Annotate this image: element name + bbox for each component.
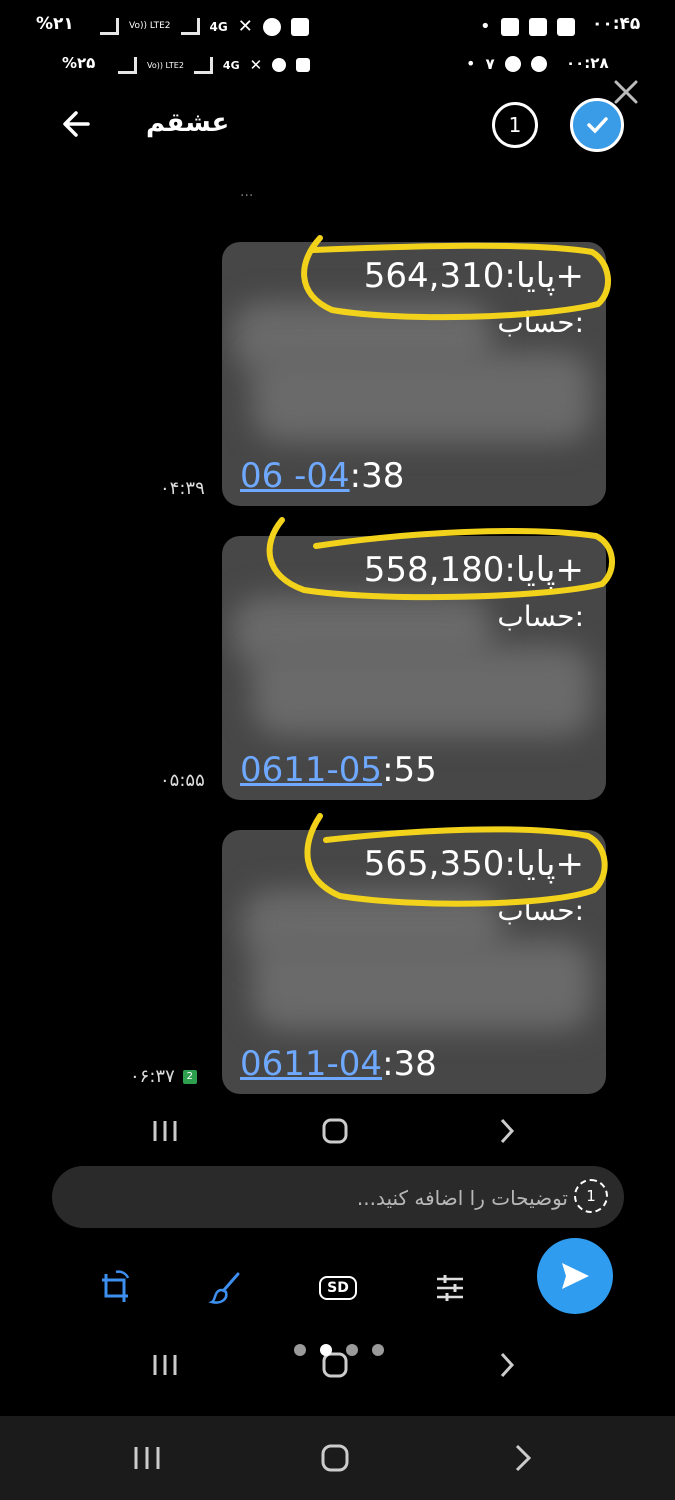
signal-icon (180, 18, 200, 35)
stamp-rest: :38 (382, 1044, 437, 1084)
back-chevron-icon[interactable] (482, 1106, 532, 1156)
highlight-circle (266, 517, 616, 601)
signal-icon (118, 56, 137, 74)
adjust-sliders-icon[interactable] (424, 1262, 476, 1314)
notification-icon (296, 58, 311, 72)
page-dot[interactable] (372, 1344, 384, 1356)
back-chevron-icon[interactable] (498, 1433, 548, 1483)
system-nav-bar (0, 1416, 675, 1500)
whatsapp-icon (530, 55, 547, 72)
stamp-link[interactable]: 06 -04 (240, 456, 350, 496)
page-indicator (294, 1344, 384, 1356)
home-icon[interactable] (310, 1433, 360, 1483)
quality-sd-icon[interactable]: SD (312, 1262, 364, 1314)
crop-rotate-icon[interactable] (90, 1262, 142, 1314)
stamp-rest: :55 (382, 750, 437, 790)
status-extra: ۷ (485, 54, 495, 73)
stamp-rest: :38 (349, 456, 405, 496)
battery-level: %۲۱ (36, 14, 74, 34)
back-arrow-icon[interactable] (58, 104, 98, 144)
volte-label: Vo)) LTE2 (147, 60, 184, 70)
status-bar: %۲۱ Vo)) LTE2 4G ✕ • ۰۰:۴۵ (0, 8, 675, 44)
inner-status-time: ۰۰:۲۸ (566, 54, 609, 72)
home-icon[interactable] (310, 1106, 360, 1156)
signal-icon (193, 56, 213, 74)
mute-icon: ✕ (249, 56, 263, 74)
signal-icon (100, 18, 119, 35)
message-time: ۰۵:۵۵ (160, 770, 205, 791)
caption-input[interactable] (76, 1166, 570, 1230)
send-button[interactable] (537, 1238, 613, 1314)
volte-label: Vo)) LTE2 (129, 21, 171, 31)
recent-apps-icon[interactable] (122, 1433, 172, 1483)
page-dot-active[interactable] (320, 1344, 332, 1356)
page-dot[interactable] (294, 1344, 306, 1356)
message-meta: ۰۶:۳۷ 2 (130, 1066, 197, 1087)
inner-status-bar: %۲۵ Vo)) LTE2 4G ✕ • ۷ ۰۰:۲۸ (0, 50, 675, 80)
view-once-timer-icon[interactable]: 1 (574, 1179, 608, 1213)
recent-apps-icon[interactable] (140, 1340, 190, 1390)
recent-apps-icon[interactable] (140, 1106, 190, 1156)
p-icon (528, 17, 547, 36)
network-type: 4G (209, 19, 228, 34)
back-chevron-icon[interactable] (482, 1340, 532, 1390)
message-time: ۰۴:۳۹ (160, 478, 205, 499)
brush-icon[interactable] (200, 1262, 252, 1314)
dot-icon: • (480, 16, 491, 37)
message-stamp: 0611-04:38 (240, 1044, 437, 1084)
sd-label: SD (319, 1276, 357, 1300)
alarm-icon (272, 58, 287, 72)
stamp-link[interactable]: 0611-04 (240, 1044, 382, 1084)
highlight-circle (304, 813, 608, 907)
message-time: ۰۶:۳۷ (130, 1066, 175, 1087)
sync-icon (504, 55, 521, 72)
message-stamp: 06 -04:38 (240, 456, 404, 496)
selection-count[interactable]: 1 (492, 102, 538, 148)
highlight-circle (301, 235, 612, 321)
stamp-link[interactable]: 0611-05 (240, 750, 382, 790)
cut-off-text: ... (240, 184, 254, 200)
image-icon (556, 17, 575, 36)
battery-level: %۲۵ (62, 54, 96, 72)
status-time: ۰۰:۴۵ (592, 14, 641, 34)
network-type: 4G (222, 58, 240, 72)
notification-icon (290, 17, 309, 36)
mute-icon: ✕ (237, 16, 253, 37)
check-icon (500, 17, 519, 36)
inner-nav-bar (0, 1106, 675, 1156)
sim-badge: 2 (182, 1069, 197, 1084)
close-icon[interactable] (610, 76, 642, 108)
chat-title: عشقم (146, 108, 230, 138)
page-dot[interactable] (346, 1344, 358, 1356)
send-icon (562, 1263, 589, 1289)
message-stamp: 0611-05:55 (240, 750, 437, 790)
caption-field[interactable]: 1 (52, 1166, 624, 1230)
dot-icon: • (466, 54, 476, 73)
alarm-icon (262, 17, 281, 36)
